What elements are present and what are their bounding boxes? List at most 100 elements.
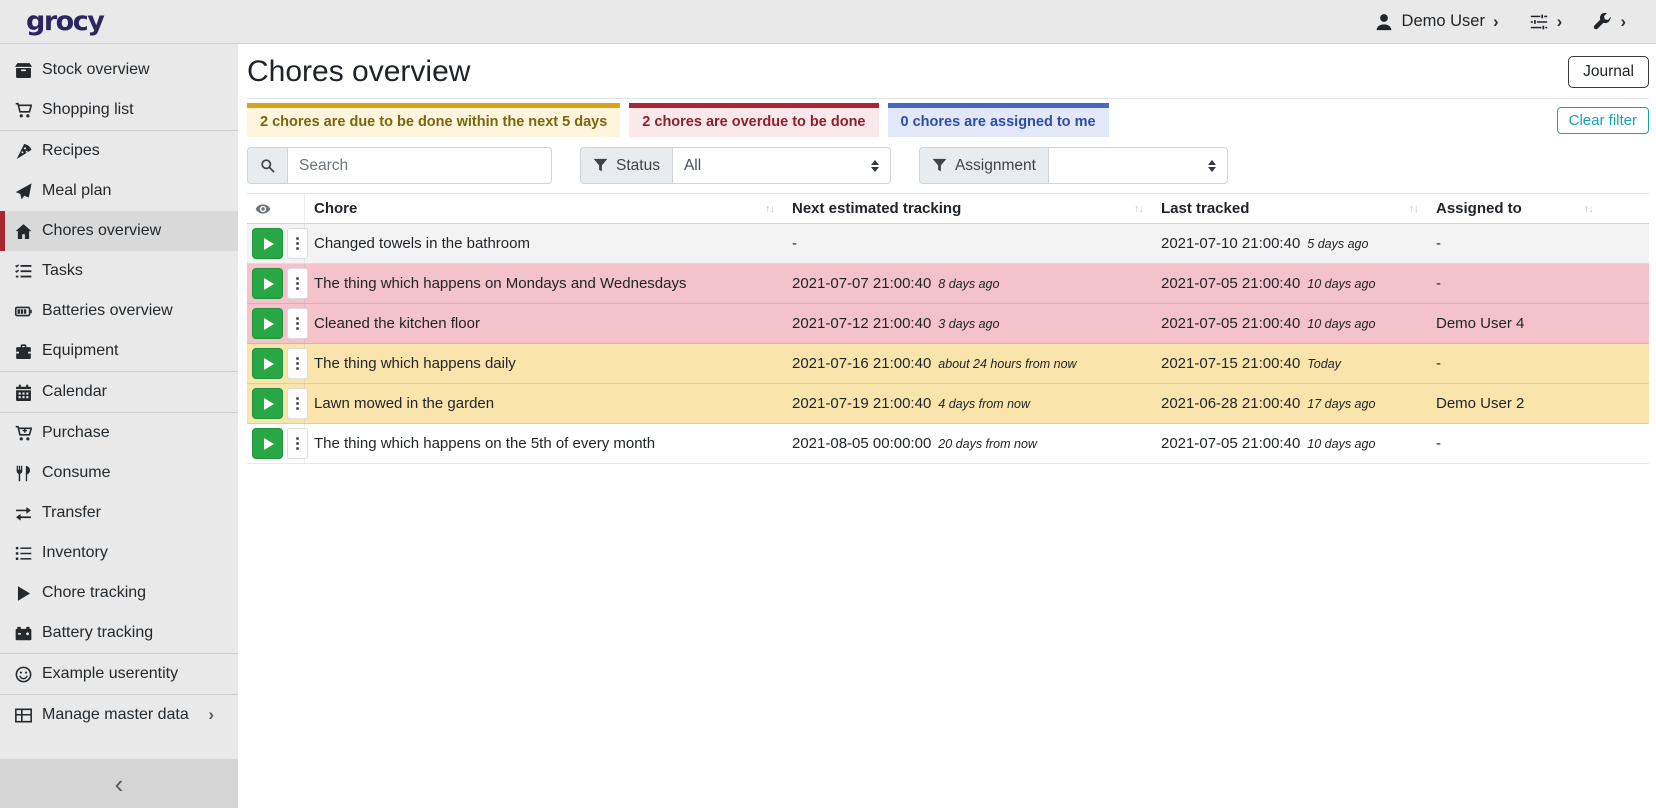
exchange-icon	[13, 505, 33, 522]
search-icon	[260, 158, 275, 173]
track-execution-button[interactable]	[252, 268, 283, 299]
tasks-icon	[13, 263, 33, 280]
track-execution-button[interactable]	[252, 428, 283, 459]
sidebar-item-label: Calendar	[42, 383, 107, 401]
ellipsis-vertical-icon	[296, 436, 299, 452]
play-icon	[264, 398, 274, 410]
select-caret-icon	[1208, 160, 1216, 172]
chevron-right-icon: ›	[208, 705, 214, 725]
sidebar-item-manage-master-data[interactable]: Manage master data ›	[0, 695, 238, 735]
sidebar-item-example-userentity[interactable]: Example userentity	[0, 654, 238, 694]
column-header-last-tracked[interactable]: Last tracked ↑↓	[1152, 194, 1427, 223]
filter-icon	[593, 158, 608, 173]
sidebar-item-equipment[interactable]: Equipment	[0, 331, 238, 371]
admin-menu[interactable]: ›	[1592, 13, 1626, 31]
last-tracked-cell: 2021-06-28 21:00:4017 days ago	[1152, 384, 1427, 423]
chore-row: The thing which happens on the 5th of ev…	[247, 424, 1649, 464]
track-execution-button[interactable]	[252, 348, 283, 379]
column-header-assigned-to[interactable]: Assigned to ↑↓	[1427, 194, 1649, 223]
sidebar-item-label: Purchase	[42, 424, 110, 442]
sidebar-item-chore-tracking[interactable]: Chore tracking	[0, 573, 238, 613]
last-tracked-cell: 2021-07-05 21:00:4010 days ago	[1152, 264, 1427, 303]
play-icon	[264, 358, 274, 370]
column-header-chore[interactable]: Chore ↑↓	[305, 194, 783, 223]
track-execution-button[interactable]	[252, 228, 283, 259]
assignment-filter-label: Assignment	[955, 157, 1036, 175]
shopping-cart-icon	[13, 102, 33, 119]
user-icon	[1374, 13, 1394, 31]
sidebar-item-meal-plan[interactable]: Meal plan	[0, 171, 238, 211]
toolbox-icon	[13, 343, 33, 360]
play-icon	[264, 278, 274, 290]
sidebar-item-shopping-list[interactable]: Shopping list	[0, 90, 238, 130]
sidebar-item-tasks[interactable]: Tasks	[0, 251, 238, 291]
user-menu-label: Demo User	[1402, 12, 1485, 31]
ellipsis-vertical-icon	[296, 316, 299, 332]
sidebar-item-label: Example userentity	[42, 665, 178, 683]
status-select[interactable]: All	[672, 147, 891, 184]
sidebar-item-consume[interactable]: Consume	[0, 453, 238, 493]
assigned-to-cell: -	[1427, 344, 1649, 383]
user-menu[interactable]: Demo User ›	[1374, 12, 1499, 31]
clear-filter-button[interactable]: Clear filter	[1557, 107, 1649, 134]
chore-name-cell: Changed towels in the bathroom	[305, 224, 783, 263]
status-addon: Status	[580, 147, 672, 184]
page-title: Chores overview	[247, 55, 470, 89]
track-execution-button[interactable]	[252, 308, 283, 339]
next-tracking-cell: 2021-07-07 21:00:408 days ago	[783, 264, 1152, 303]
table-header-row: Chore ↑↓ Next estimated tracking ↑↓ Last…	[247, 193, 1649, 224]
sidebar-item-transfer[interactable]: Transfer	[0, 493, 238, 533]
filters-row: Status All Assignment	[247, 147, 1649, 184]
sidebar-item-recipes[interactable]: Recipes	[0, 131, 238, 171]
sort-icon: ↑↓	[1134, 203, 1143, 215]
sidebar-item-label: Chores overview	[42, 222, 161, 240]
divider	[247, 98, 1649, 99]
journal-button[interactable]: Journal	[1568, 56, 1649, 88]
sort-icon: ↑↓	[1409, 203, 1418, 215]
assignment-addon: Assignment	[919, 147, 1048, 184]
sidebar-collapse-button[interactable]: ‹	[0, 759, 238, 808]
home-icon	[13, 223, 33, 240]
search-input[interactable]	[287, 147, 552, 184]
last-tracked-cell: 2021-07-15 21:00:40Today	[1152, 344, 1427, 383]
sidebar-item-inventory[interactable]: Inventory	[0, 533, 238, 573]
play-icon	[264, 238, 274, 250]
top-bar: grocy Demo User › › ›	[0, 0, 1656, 44]
chore-name-cell: Lawn mowed in the garden	[305, 384, 783, 423]
track-execution-button[interactable]	[252, 388, 283, 419]
main-content: Chores overview Journal 2 chores are due…	[238, 44, 1656, 808]
chore-row: The thing which happens on Mondays and W…	[247, 264, 1649, 304]
sidebar-item-label: Recipes	[42, 142, 100, 160]
sidebar-item-calendar[interactable]: Calendar	[0, 372, 238, 412]
ellipsis-vertical-icon	[296, 356, 299, 372]
sort-icon: ↑↓	[1584, 203, 1593, 215]
badge-assigned-chores[interactable]: 0 chores are assigned to me	[888, 103, 1109, 137]
badge-overdue-chores[interactable]: 2 chores are overdue to be done	[629, 103, 878, 137]
status-select-value: All	[684, 157, 701, 175]
chevron-right-icon: ›	[1493, 13, 1499, 30]
chore-name-cell: The thing which happens on the 5th of ev…	[305, 424, 783, 463]
smiley-icon	[13, 666, 33, 683]
assignment-select[interactable]	[1048, 147, 1228, 184]
sliders-icon	[1529, 13, 1549, 31]
sidebar-item-batteries-overview[interactable]: Batteries overview	[0, 291, 238, 331]
grocy-logo[interactable]: grocy	[26, 6, 103, 37]
sidebar-item-stock-overview[interactable]: Stock overview	[0, 50, 238, 90]
eye-icon	[255, 201, 271, 217]
assigned-to-cell: Demo User 4	[1427, 304, 1649, 343]
last-tracked-cell: 2021-07-10 21:00:405 days ago	[1152, 224, 1427, 263]
column-header-visibility	[247, 194, 305, 223]
list-icon	[13, 545, 33, 562]
sidebar-item-chores-overview[interactable]: Chores overview	[0, 211, 238, 251]
assigned-to-cell: -	[1427, 224, 1649, 263]
settings-menu[interactable]: ›	[1529, 13, 1563, 31]
sidebar-item-label: Equipment	[42, 342, 119, 360]
wrench-icon	[1592, 13, 1612, 31]
next-tracking-cell: 2021-08-05 00:00:0020 days from now	[783, 424, 1152, 463]
badge-due-chores[interactable]: 2 chores are due to be done within the n…	[247, 103, 620, 137]
sidebar-item-purchase[interactable]: Purchase	[0, 413, 238, 453]
pizza-icon	[13, 143, 33, 160]
sidebar-item-battery-tracking[interactable]: Battery tracking	[0, 613, 238, 653]
column-header-next-tracking[interactable]: Next estimated tracking ↑↓	[783, 194, 1152, 223]
play-icon	[264, 438, 274, 450]
